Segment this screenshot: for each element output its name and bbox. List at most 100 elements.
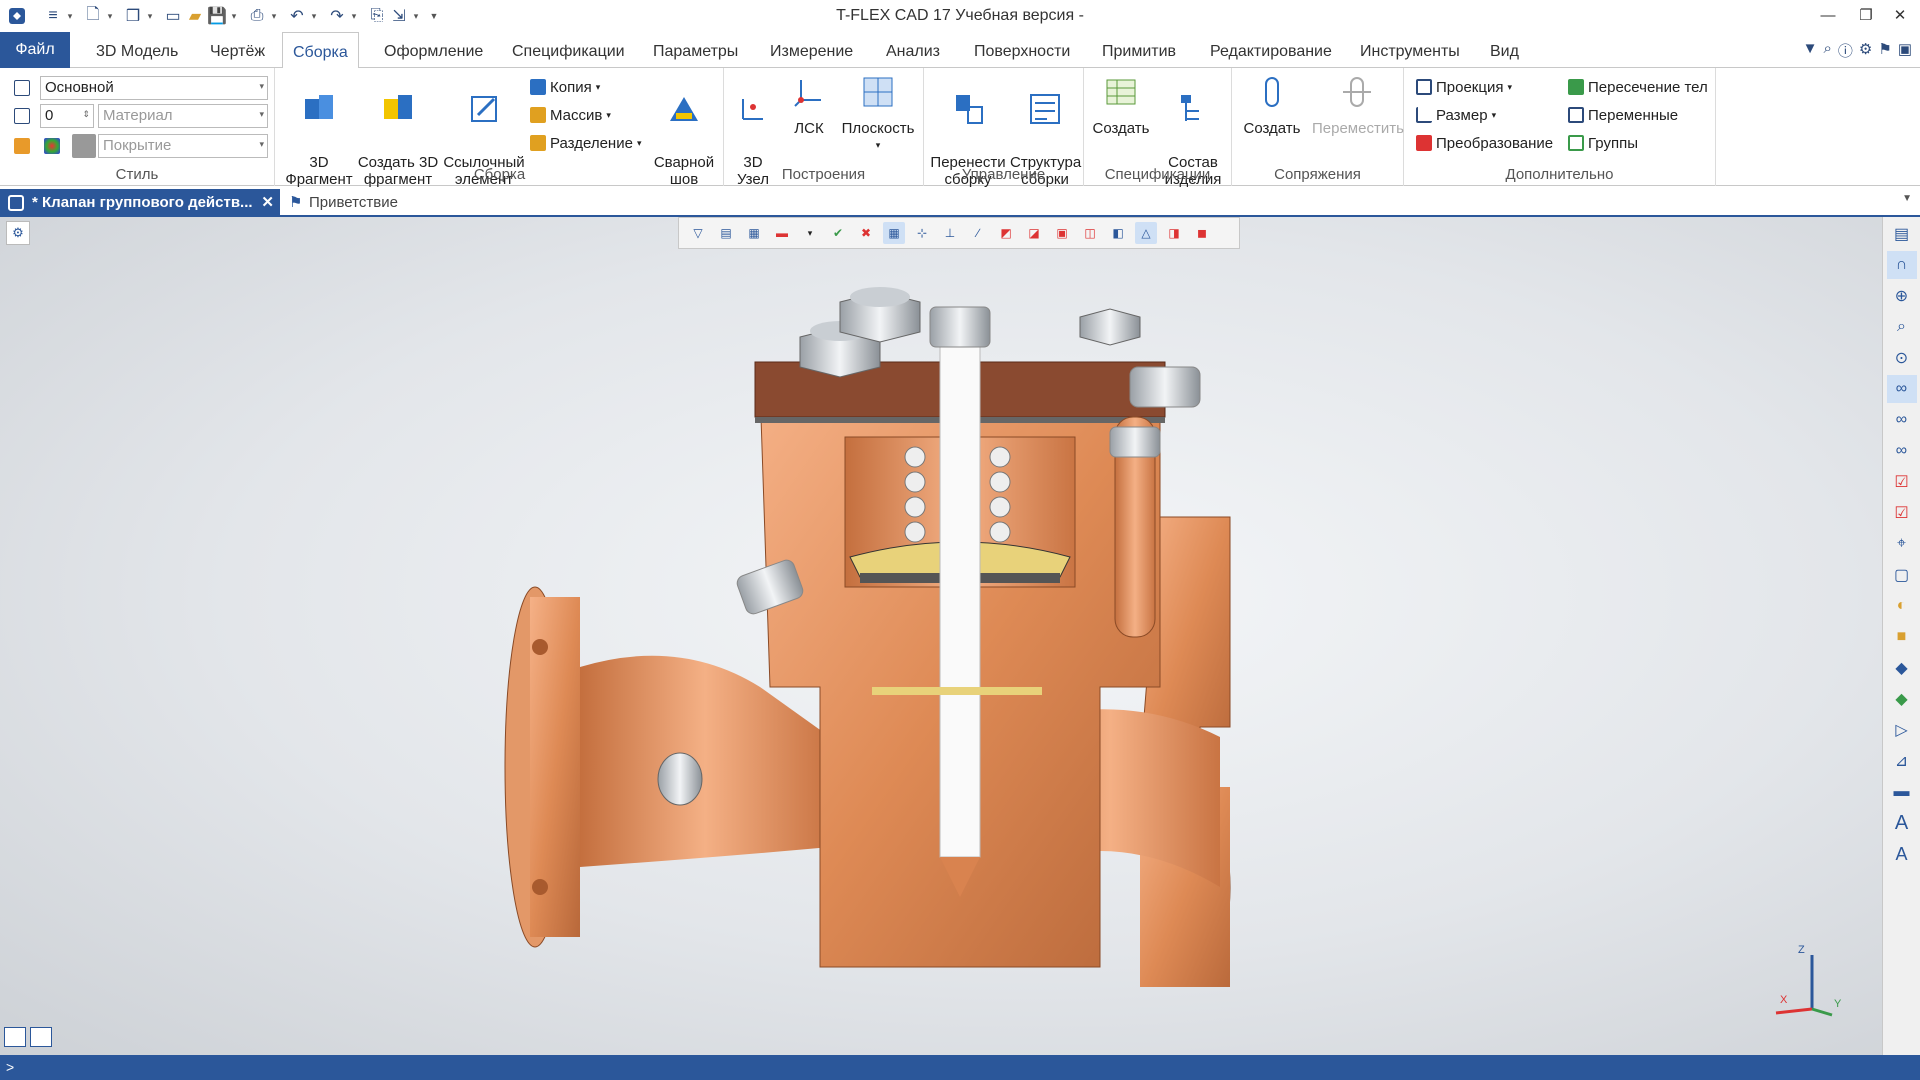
axis-gizmo[interactable]: Z X Y: [1768, 935, 1848, 1025]
tab-design[interactable]: Оформление: [374, 32, 493, 68]
body-icon[interactable]: ▣: [1051, 222, 1073, 244]
camera-icon[interactable]: ▷: [1887, 716, 1917, 744]
document-tab-active[interactable]: * Клапан группового действ... ✕: [0, 189, 280, 217]
layer-combo[interactable]: Основной ▾: [40, 76, 268, 100]
move-mate-button[interactable]: Переместить: [1312, 74, 1404, 137]
axis-icon[interactable]: ⊥: [939, 222, 961, 244]
level-icon: [14, 108, 30, 124]
tab-3d-model[interactable]: 3D Модель: [86, 32, 188, 68]
grid-icon[interactable]: ▦: [883, 222, 905, 244]
text-small-icon[interactable]: A: [1887, 840, 1917, 868]
clear-filter-icon[interactable]: ✖: [855, 222, 877, 244]
search-icon[interactable]: ⌕: [1823, 40, 1831, 61]
close-button[interactable]: ✕: [1880, 4, 1920, 28]
tab-view[interactable]: Вид: [1480, 32, 1529, 68]
cube-green-icon[interactable]: ◆: [1887, 685, 1917, 713]
select-body-icon[interactable]: ▬: [771, 222, 793, 244]
solid-icon[interactable]: ◪: [1023, 222, 1045, 244]
glasses-hide-icon[interactable]: ∞: [1887, 437, 1917, 465]
edge-icon[interactable]: ∕: [967, 222, 989, 244]
layout-icon[interactable]: ▣: [1898, 40, 1912, 61]
tab-editing[interactable]: Редактирование: [1200, 32, 1342, 68]
close-icon[interactable]: ✕: [261, 189, 274, 217]
help-icon[interactable]: ⓘ: [1838, 40, 1853, 61]
tab-specifications[interactable]: Спецификации: [502, 32, 635, 68]
glasses-edit-icon[interactable]: ∞: [1887, 406, 1917, 434]
copy-button[interactable]: Копия ▾: [530, 76, 600, 98]
view-window-icon[interactable]: ▤: [1887, 220, 1917, 248]
assembly-body-icon[interactable]: ◼: [1191, 222, 1213, 244]
variables-button[interactable]: Переменные: [1568, 104, 1678, 126]
tab-surfaces[interactable]: Поверхности: [964, 32, 1080, 68]
chevron-down-icon: ▾: [1491, 109, 1497, 120]
cube-wire-icon[interactable]: ▢: [1887, 561, 1917, 589]
transform-button[interactable]: Преобразование: [1416, 132, 1553, 154]
copy-icon: [530, 79, 546, 95]
tab-assembly[interactable]: Сборка: [282, 32, 359, 69]
zoom-window-icon[interactable]: ⌕: [1887, 313, 1917, 341]
tab-parameters[interactable]: Параметры: [643, 32, 748, 68]
zoom-fit-icon[interactable]: ⊙: [1887, 344, 1917, 372]
dimension-button[interactable]: Размер ▾: [1416, 104, 1496, 126]
document-tab-welcome[interactable]: ⚑ Приветствие: [285, 189, 398, 217]
layout-split-icon[interactable]: [4, 1027, 26, 1047]
zoom-icon[interactable]: ⊕: [1887, 282, 1917, 310]
tab-drawing[interactable]: Чертёж: [200, 32, 275, 68]
fragment-icon[interactable]: ◫: [1079, 222, 1101, 244]
measure-icon[interactable]: ⊿: [1887, 747, 1917, 775]
check-cubes-icon[interactable]: ☑: [1887, 499, 1917, 527]
minimize-button[interactable]: —: [1808, 4, 1848, 28]
level-stepper[interactable]: 0 ⇕: [40, 104, 94, 128]
layout-single-icon[interactable]: [30, 1027, 52, 1047]
cube-arrow-icon[interactable]: ◆: [1887, 654, 1917, 682]
bus-icon[interactable]: ▬: [1887, 778, 1917, 806]
text-icon[interactable]: A: [1887, 809, 1917, 837]
projection-button[interactable]: Проекция ▾: [1416, 76, 1512, 98]
point-icon[interactable]: ⊹: [911, 222, 933, 244]
color-icon[interactable]: [14, 138, 30, 154]
tab-primitive[interactable]: Примитив: [1092, 32, 1186, 68]
plane-label: Плоскость: [841, 120, 915, 137]
shape-icon[interactable]: △: [1135, 222, 1157, 244]
section-plane-icon[interactable]: ⌖: [1887, 530, 1917, 558]
flag-icon[interactable]: ⚑: [1878, 40, 1891, 61]
groups-button[interactable]: Группы: [1568, 132, 1638, 154]
array-button[interactable]: Массив ▾: [530, 104, 611, 126]
cube-yellow-icon[interactable]: ■: [1887, 623, 1917, 651]
check-filter-icon[interactable]: ✔: [827, 222, 849, 244]
face-icon[interactable]: ◩: [995, 222, 1017, 244]
coating-combo[interactable]: Покрытие ▾: [98, 134, 268, 158]
chevron-down-icon[interactable]: ▾: [799, 222, 821, 244]
valve-model[interactable]: [500, 267, 1300, 987]
create-spec-button[interactable]: Создать: [1088, 74, 1154, 137]
lcs-button[interactable]: ЛСК: [784, 74, 834, 137]
palette-icon[interactable]: [44, 138, 60, 154]
command-prompt[interactable]: >: [6, 1059, 14, 1075]
coating-swatch[interactable]: [72, 134, 96, 158]
settings-icon[interactable]: ⚙: [1859, 40, 1872, 61]
filter-select-icon[interactable]: ▤: [715, 222, 737, 244]
copy-body-icon[interactable]: ◨: [1163, 222, 1185, 244]
glasses-icon[interactable]: ∞: [1886, 375, 1917, 403]
3d-viewport[interactable]: ⚙ ▽ ▤ ▦ ▬ ▾ ✔ ✖ ▦ ⊹ ⊥ ∕ ◩ ◪ ▣ ◫ ◧ △ ◨ ◼: [0, 217, 1882, 1055]
sphere-icon[interactable]: ◐: [1887, 592, 1917, 620]
model-tree-icon[interactable]: ⚙: [6, 221, 30, 245]
split-button[interactable]: Разделение ▾: [530, 132, 641, 154]
level-value: 0: [45, 107, 54, 124]
tab-measurement[interactable]: Измерение: [760, 32, 863, 68]
operation-icon[interactable]: ◧: [1107, 222, 1129, 244]
filter-icon[interactable]: ▽: [687, 222, 709, 244]
ref-element-icon: [466, 91, 502, 127]
tab-file[interactable]: Файл: [0, 32, 70, 68]
magnet-icon[interactable]: ∩: [1886, 251, 1917, 279]
ribbon-options-icon[interactable]: ▼: [1803, 40, 1818, 61]
chevron-down-icon[interactable]: ▼: [1902, 193, 1912, 204]
plane-button[interactable]: Плоскость ▾: [840, 74, 916, 154]
check-cube-icon[interactable]: ☑: [1887, 468, 1917, 496]
create-mate-button[interactable]: Создать: [1234, 74, 1310, 137]
filter-list-icon[interactable]: ▦: [743, 222, 765, 244]
intersection-button[interactable]: Пересечение тел: [1568, 76, 1708, 98]
material-combo[interactable]: Материал ▾: [98, 104, 268, 128]
tab-tools[interactable]: Инструменты: [1350, 32, 1470, 68]
tab-analysis[interactable]: Анализ: [876, 32, 950, 68]
